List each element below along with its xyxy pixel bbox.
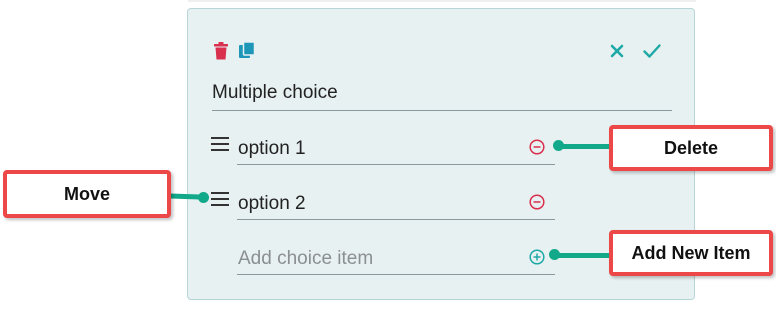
drag-handle-icon[interactable]: [211, 137, 229, 151]
close-icon[interactable]: [609, 43, 625, 59]
move-callout-label: Move: [63, 183, 110, 204]
plus-circle-icon[interactable]: [529, 249, 545, 265]
drag-handle-icon[interactable]: [211, 192, 229, 206]
question-title-input[interactable]: Multiple choice: [212, 80, 672, 111]
add-new-item-callout: Add New Item: [609, 230, 773, 276]
trash-icon[interactable]: [213, 42, 229, 60]
copy-icon[interactable]: [238, 41, 256, 59]
option-text: option 1: [238, 138, 306, 159]
delete-connector-line: [558, 144, 614, 149]
move-connector-line: [167, 193, 203, 200]
top-divider: [188, 0, 696, 2]
add-new-item-callout-label: Add New Item: [631, 242, 751, 263]
add-choice-input[interactable]: Add choice item: [237, 244, 555, 275]
delete-callout: Delete: [609, 125, 773, 171]
move-callout: Move: [3, 170, 171, 218]
option-input[interactable]: option 1: [237, 134, 555, 165]
question-title-text: Multiple choice: [212, 82, 338, 103]
option-text: option 2: [238, 193, 306, 214]
check-icon[interactable]: [642, 42, 662, 60]
add-connector-line: [554, 253, 614, 258]
option-input[interactable]: option 2: [237, 189, 555, 220]
delete-callout-label: Delete: [663, 137, 719, 158]
add-choice-placeholder: Add choice item: [238, 248, 374, 269]
minus-circle-icon[interactable]: [529, 194, 545, 210]
minus-circle-icon[interactable]: [529, 139, 545, 155]
